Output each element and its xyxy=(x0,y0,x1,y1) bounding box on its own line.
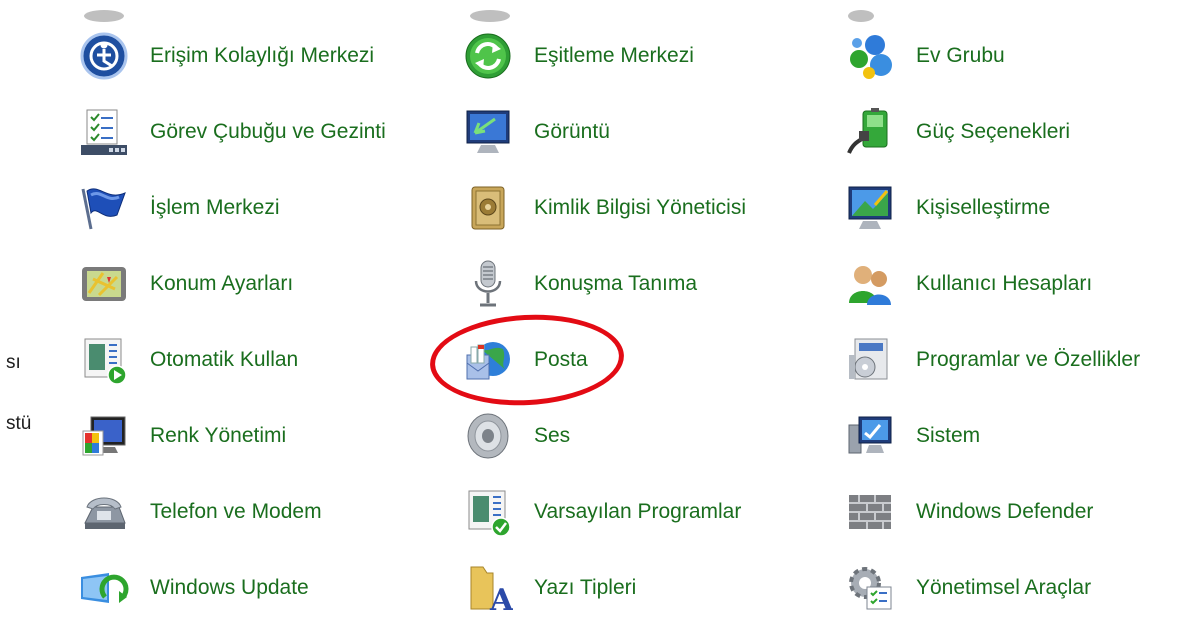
item-label: Posta xyxy=(534,348,588,371)
control-panel-column-1: Erişim Kolaylığı Merkezi Görev Çubuğu ve… xyxy=(78,10,458,626)
item-otomatik-kullan[interactable]: Otomatik Kullan xyxy=(78,322,458,398)
control-panel-column-2: Eşitleme Merkezi Görüntü Kimlik Bilgisi … xyxy=(462,10,842,626)
item-windows-defender[interactable]: Windows Defender xyxy=(844,474,1177,550)
item-ev-grubu[interactable]: Ev Grubu xyxy=(844,18,1177,94)
item-label: Kişiselleştirme xyxy=(916,196,1051,219)
telephone-icon xyxy=(78,486,130,538)
display-icon xyxy=(462,106,514,158)
homegroup-icon xyxy=(844,30,896,82)
item-label: Ev Grubu xyxy=(916,44,1005,67)
windows-update-icon xyxy=(78,562,130,614)
sync-icon xyxy=(462,30,514,82)
item-label: Ses xyxy=(534,424,571,447)
item-telefon-modem[interactable]: Telefon ve Modem xyxy=(78,474,458,550)
item-programlar-ozellikler[interactable]: Programlar ve Özellikler xyxy=(844,322,1177,398)
item-label: Programlar ve Özellikler xyxy=(916,348,1141,371)
accessibility-icon xyxy=(78,30,130,82)
firewall-wall-icon xyxy=(844,486,896,538)
svg-text:A: A xyxy=(489,583,513,613)
item-label: Güç Seçenekleri xyxy=(916,120,1071,143)
taskbar-icon xyxy=(78,106,130,158)
truncated-label-fragment: sı xyxy=(6,352,21,373)
flag-icon xyxy=(78,182,130,234)
item-label: Varsayılan Programlar xyxy=(534,500,742,523)
item-label: Sistem xyxy=(916,424,981,447)
item-konum-ayarlari[interactable]: Konum Ayarları xyxy=(78,246,458,322)
item-label: Kimlik Bilgisi Yöneticisi xyxy=(534,196,747,219)
item-label: Windows Update xyxy=(150,576,309,599)
item-label: Windows Defender xyxy=(916,500,1094,523)
fonts-folder-icon: A xyxy=(462,562,514,614)
item-goruntu[interactable]: Görüntü xyxy=(462,94,842,170)
item-kisisellestirme[interactable]: Kişiselleştirme xyxy=(844,170,1177,246)
user-accounts-icon xyxy=(844,258,896,310)
item-label: Görev Çubuğu ve Gezinti xyxy=(150,120,386,143)
partial-icon-fragment xyxy=(84,10,124,22)
location-map-icon xyxy=(78,258,130,310)
item-varsayilan-programlar[interactable]: Varsayılan Programlar xyxy=(462,474,842,550)
item-label: Telefon ve Modem xyxy=(150,500,322,523)
programs-features-icon xyxy=(844,334,896,386)
speaker-icon xyxy=(462,410,514,462)
item-yonetimsel-araclar[interactable]: Yönetimsel Araçlar xyxy=(844,550,1177,626)
mail-icon xyxy=(462,334,514,386)
item-windows-update[interactable]: Windows Update xyxy=(78,550,458,626)
item-ses[interactable]: Ses xyxy=(462,398,842,474)
item-label: Renk Yönetimi xyxy=(150,424,287,447)
personalization-icon xyxy=(844,182,896,234)
item-esitleme-merkezi[interactable]: Eşitleme Merkezi xyxy=(462,18,842,94)
item-label: Görüntü xyxy=(534,120,610,143)
item-label: Konuşma Tanıma xyxy=(534,272,698,295)
default-programs-icon xyxy=(462,486,514,538)
vault-icon xyxy=(462,182,514,234)
item-kimlik-bilgisi[interactable]: Kimlik Bilgisi Yöneticisi xyxy=(462,170,842,246)
item-gorev-cubugu[interactable]: Görev Çubuğu ve Gezinti xyxy=(78,94,458,170)
item-label: Yönetimsel Araçlar xyxy=(916,576,1092,599)
microphone-icon xyxy=(462,258,514,310)
item-label: Otomatik Kullan xyxy=(150,348,299,371)
item-guc-secenekleri[interactable]: Güç Seçenekleri xyxy=(844,94,1177,170)
item-erisim-kolayligi[interactable]: Erişim Kolaylığı Merkezi xyxy=(78,18,458,94)
item-konusma-tanima[interactable]: Konuşma Tanıma xyxy=(462,246,842,322)
item-renk-yonetimi[interactable]: Renk Yönetimi xyxy=(78,398,458,474)
admin-tools-gear-icon xyxy=(844,562,896,614)
color-management-icon xyxy=(78,410,130,462)
item-label: İşlem Merkezi xyxy=(150,196,280,219)
item-sistem[interactable]: Sistem xyxy=(844,398,1177,474)
item-posta[interactable]: Posta xyxy=(462,322,842,398)
partial-icon-fragment xyxy=(470,10,510,22)
item-islem-merkezi[interactable]: İşlem Merkezi xyxy=(78,170,458,246)
system-computer-icon xyxy=(844,410,896,462)
item-label: Konum Ayarları xyxy=(150,272,294,295)
item-label: Eşitleme Merkezi xyxy=(534,44,694,67)
truncated-label-fragment: stü xyxy=(6,413,32,434)
partial-icon-fragment xyxy=(848,10,874,22)
power-battery-icon xyxy=(844,106,896,158)
control-panel-column-3: Ev Grubu Güç Seçenekleri Kişiselleştirme… xyxy=(844,10,1177,626)
item-yazi-tipleri[interactable]: A Yazı Tipleri xyxy=(462,550,842,626)
item-label: Kullanıcı Hesapları xyxy=(916,272,1093,295)
item-kullanici-hesaplari[interactable]: Kullanıcı Hesapları xyxy=(844,246,1177,322)
autoplay-icon xyxy=(78,334,130,386)
item-label: Yazı Tipleri xyxy=(534,576,637,599)
item-label: Erişim Kolaylığı Merkezi xyxy=(150,44,375,67)
